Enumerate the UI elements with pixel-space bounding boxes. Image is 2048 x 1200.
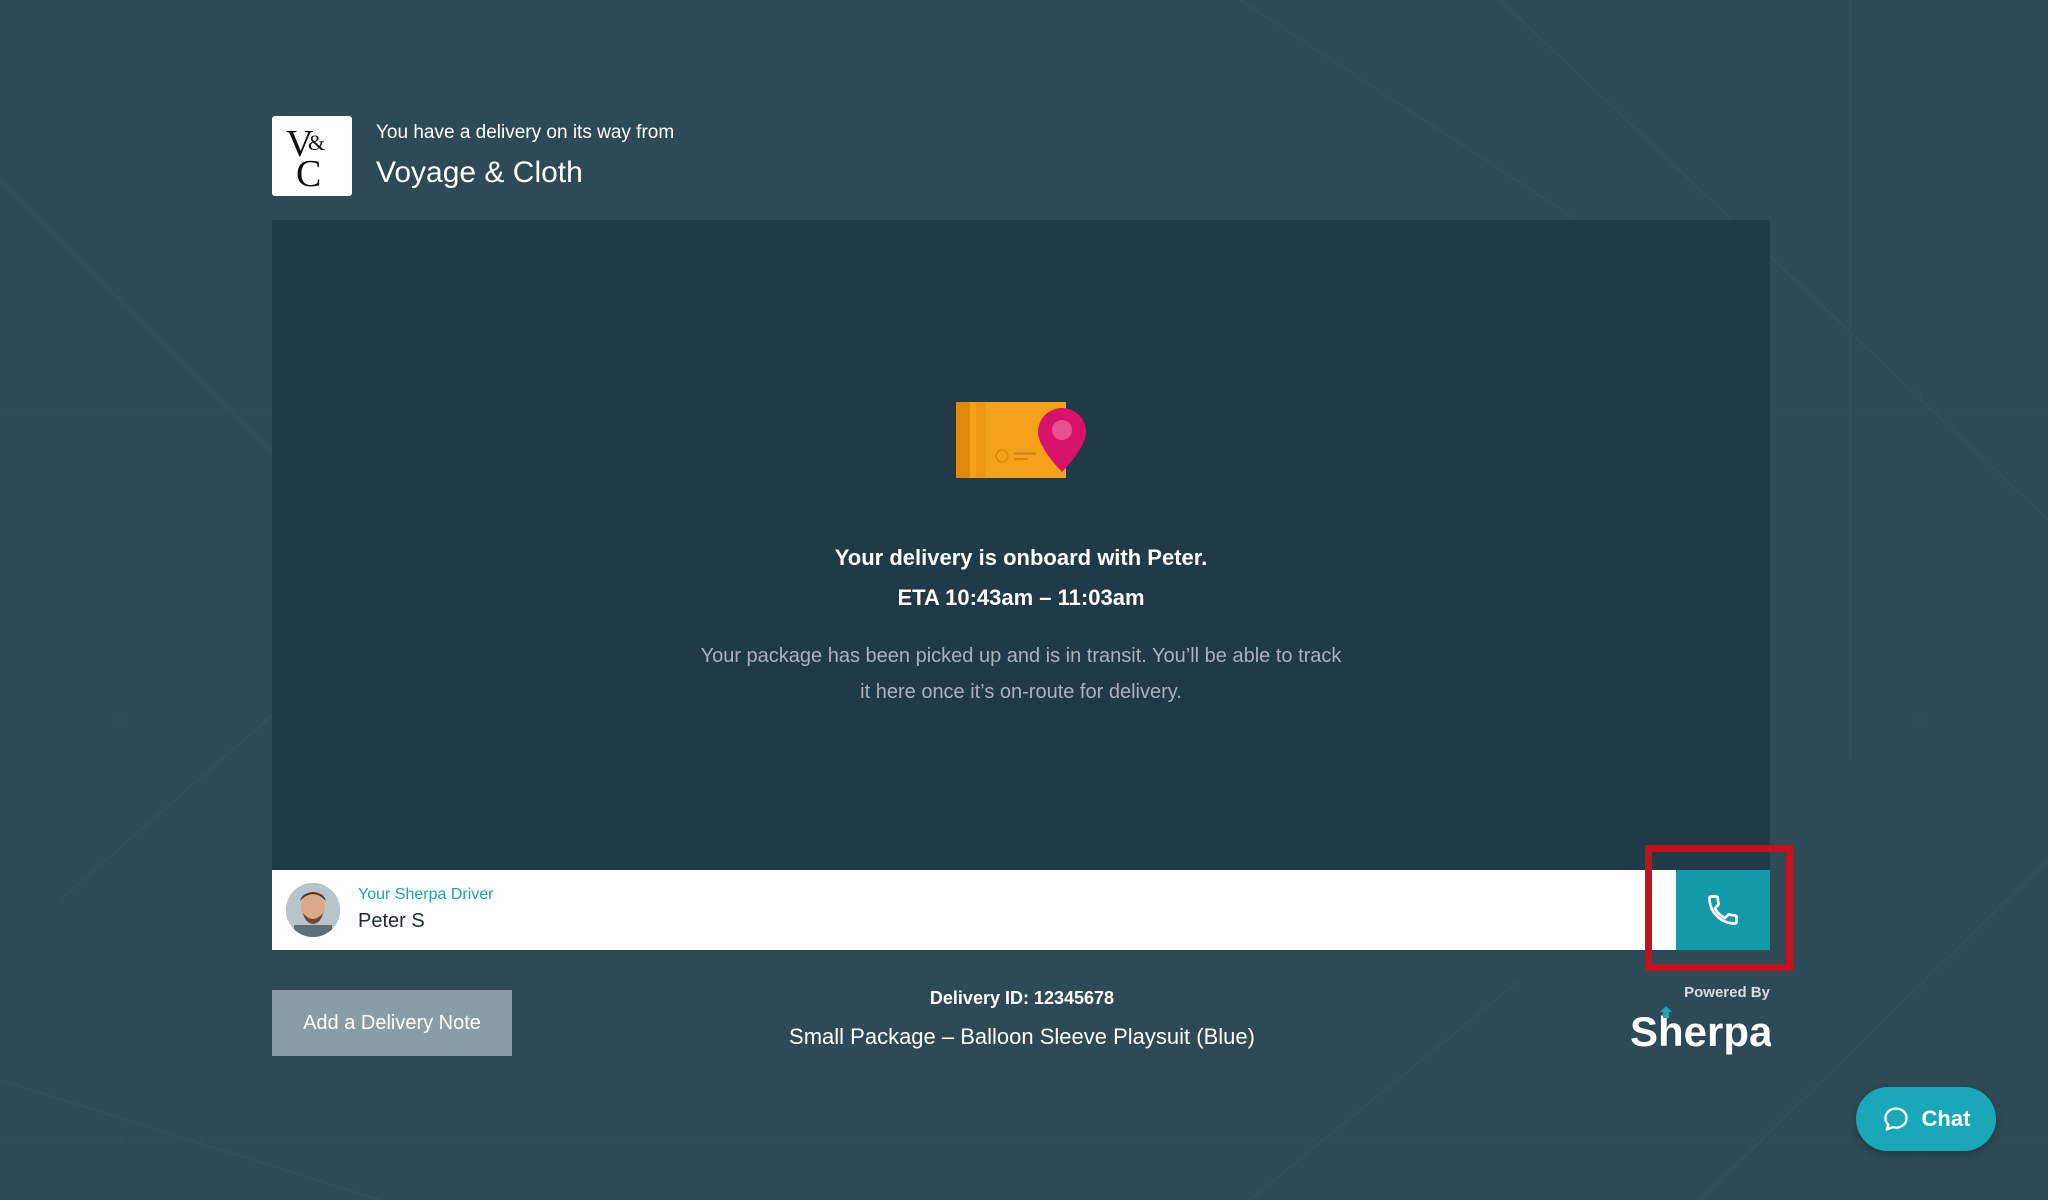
merchant-header: V & C You have a delivery on its way fro… (272, 116, 674, 196)
sherpa-logo: Sherpa (1629, 1006, 1771, 1056)
driver-name: Peter S (358, 910, 425, 932)
call-button-highlight (1645, 845, 1793, 971)
status-description: Your package has been picked up and is i… (700, 645, 1342, 703)
header-text: You have a delivery on its way from Voya… (376, 122, 674, 190)
driver-label: Your Sherpa Driver (358, 886, 494, 903)
chat-button[interactable]: Chat (1856, 1087, 1996, 1151)
status-title: Your delivery is onboard with Peter. (834, 545, 1208, 570)
voyage-cloth-logo-icon: V & C (286, 123, 325, 190)
driver-bar: Your Sherpa Driver Peter S (272, 870, 1770, 950)
powered-by-label: Powered By (1684, 984, 1770, 1001)
sherpa-brand-text: Sherpa (1630, 1008, 1771, 1055)
package-description: Small Package – Balloon Sleeve Playsuit … (789, 1024, 1255, 1049)
merchant-name: Voyage & Cloth (376, 156, 583, 189)
delivery-status-card: Your delivery is onboard with Peter. ETA… (272, 220, 1770, 870)
status-eta: ETA 10:43am – 11:03am (897, 585, 1145, 610)
package-pin-icon (956, 402, 1086, 478)
header-subtitle: You have a delivery on its way from (376, 122, 675, 143)
merchant-logo: V & C (272, 116, 352, 196)
svg-text:C: C (296, 153, 321, 190)
driver-photo-icon (286, 883, 340, 937)
chat-label: Chat (1921, 1106, 1971, 1131)
package-illustration (952, 390, 1092, 485)
driver-avatar (286, 883, 340, 937)
svg-text:&: & (308, 130, 325, 155)
add-delivery-note-button[interactable]: Add a Delivery Note (272, 990, 512, 1056)
delivery-id: Delivery ID: 12345678 (929, 988, 1115, 1008)
chat-bubble-icon (1882, 1105, 1910, 1133)
